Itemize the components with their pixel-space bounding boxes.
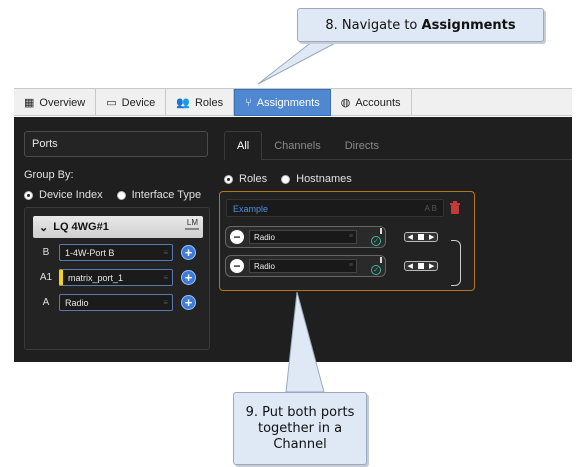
port-name: matrix_port_1 [68,272,124,283]
port-row: A Radio ≡ + [33,294,196,311]
ports-header[interactable]: Ports [24,131,208,157]
tab-accounts-label: Accounts [355,96,401,109]
view-options: Roles Hostnames [224,173,352,185]
callout-navigate-bold: Assignments [421,17,516,33]
channel-bracket [451,240,461,286]
tab-overview-label: Overview [39,96,86,109]
port-field[interactable]: matrix_port_1 ≡ [59,269,173,286]
callout-top-pointer [257,40,340,85]
port-field[interactable]: 1-4W-Port B ≡ [59,244,173,261]
remove-member-icon[interactable]: − [230,259,244,273]
channel-member-row: − Radio ≡ ✓ [225,226,386,248]
callout-channel-text: 9. Put both ports together in a Channel [245,404,355,452]
grid-icon: ▦ [24,97,35,109]
assignment-tabs: All Channels Directs [224,131,572,160]
radio-hostnames[interactable]: Hostnames [281,173,352,185]
add-port-icon[interactable]: + [181,245,196,260]
radio-roles[interactable]: Roles [224,173,267,185]
channel-card: Example A B − Radio ≡ ✓ ◀ ▶ − Radio ≡ ✓ … [219,191,475,291]
trash-icon[interactable] [449,201,461,215]
member-indicator [380,257,382,263]
radio-hostnames-label: Hostnames [296,173,352,185]
callout-navigate: 8. Navigate to Assignments [297,8,544,42]
tab-roles-label: Roles [194,96,224,109]
remove-member-icon[interactable]: − [230,230,244,244]
member-talk-listen-toggle[interactable]: ◀ ▶ [404,261,438,271]
device-badge: LM [186,218,198,227]
radio-unselected-icon [281,174,291,184]
globe-icon: ◍ [340,97,351,109]
radio-interface-type-label: Interface Type [131,189,202,201]
tab-roles[interactable]: 👥 Roles [166,89,235,116]
radio-interface-type[interactable]: Interface Type [116,189,202,201]
tab-device[interactable]: ▭ Device [96,89,167,116]
device-name: LQ 4WG#1 [53,221,109,233]
radio-device-index[interactable]: Device Index [24,189,103,201]
tab-device-label: Device [121,96,156,109]
member-handle-icon: ≡ [348,233,353,240]
main-tab-bar: ▦ Overview ▭ Device 👥 Roles ⑂ Assignment… [14,88,572,116]
radio-selected-icon [224,174,233,184]
callout-channel: 9. Put both ports together in a Channel [233,392,367,465]
channel-member-field[interactable]: Radio ≡ [249,259,357,273]
device-icon: ▭ [106,97,117,109]
add-port-icon[interactable]: + [181,295,196,310]
channel-member-row: − Radio ≡ ✓ [225,255,386,277]
member-handle-icon: ≡ [348,262,353,269]
arrow-left-icon: ◀ [407,234,413,241]
chevron-down-icon: ⌄ [39,221,49,234]
tab-overview[interactable]: ▦ Overview [14,89,97,116]
port-handle-icon: ≡ [163,248,168,257]
port-name: 1-4W-Port B [65,247,115,258]
port-key: A1 [39,272,53,283]
device-panel: ⌄ LQ 4WG#1 LM B 1-4W-Port B ≡ + A1 matri… [24,207,210,350]
device-header[interactable]: ⌄ LQ 4WG#1 LM [33,216,203,238]
callout-navigate-text: 8. Navigate to [325,17,422,33]
tab-assignments-label: Assignments [256,96,320,109]
channel-name: Example [233,204,269,214]
port-row: B 1-4W-Port B ≡ + [33,244,196,261]
group-by-options: Device Index Interface Type [24,189,201,201]
users-icon: 👥 [176,97,190,109]
radio-roles-label: Roles [239,173,268,185]
group-by-label: Group By: [24,169,74,181]
tab-all[interactable]: All [224,131,263,160]
channel-member-name: Radio [254,232,275,242]
add-port-icon[interactable]: + [181,270,196,285]
check-icon[interactable]: ✓ [371,236,381,246]
check-icon[interactable]: ✓ [371,265,381,275]
tab-channels[interactable]: Channels [262,131,332,160]
callout-bottom-pointer [285,291,325,393]
port-key: B [42,247,50,258]
radio-selected-icon [24,190,33,200]
channel-member-field[interactable]: Radio ≡ [249,230,357,244]
port-row: A1 matrix_port_1 ≡ + [33,269,196,286]
radio-unselected-icon [116,190,126,200]
port-handle-icon: ≡ [163,298,168,307]
badge-underline [185,228,199,230]
channel-name-field[interactable]: Example A B [226,199,444,217]
channel-member-name: Radio [254,261,275,271]
arrow-right-icon: ▶ [429,234,435,241]
tab-assignments[interactable]: ⑂ Assignments [234,89,331,116]
member-indicator [380,228,382,234]
port-handle-icon: ≡ [163,273,168,282]
arrow-right-icon: ▶ [429,263,435,270]
toggle-knob [417,263,424,269]
port-key: A [42,297,50,308]
tab-accounts[interactable]: ◍ Accounts [331,89,412,116]
member-talk-listen-toggle[interactable]: ◀ ▶ [404,232,438,242]
channel-hint: A B [424,204,437,213]
assignments-icon: ⑂ [245,96,252,109]
port-field[interactable]: Radio ≡ [59,294,173,311]
tab-directs[interactable]: Directs [333,131,391,160]
port-name: Radio [65,297,89,308]
arrow-left-icon: ◀ [407,263,413,270]
radio-device-index-label: Device Index [39,189,103,201]
toggle-knob [417,234,424,240]
